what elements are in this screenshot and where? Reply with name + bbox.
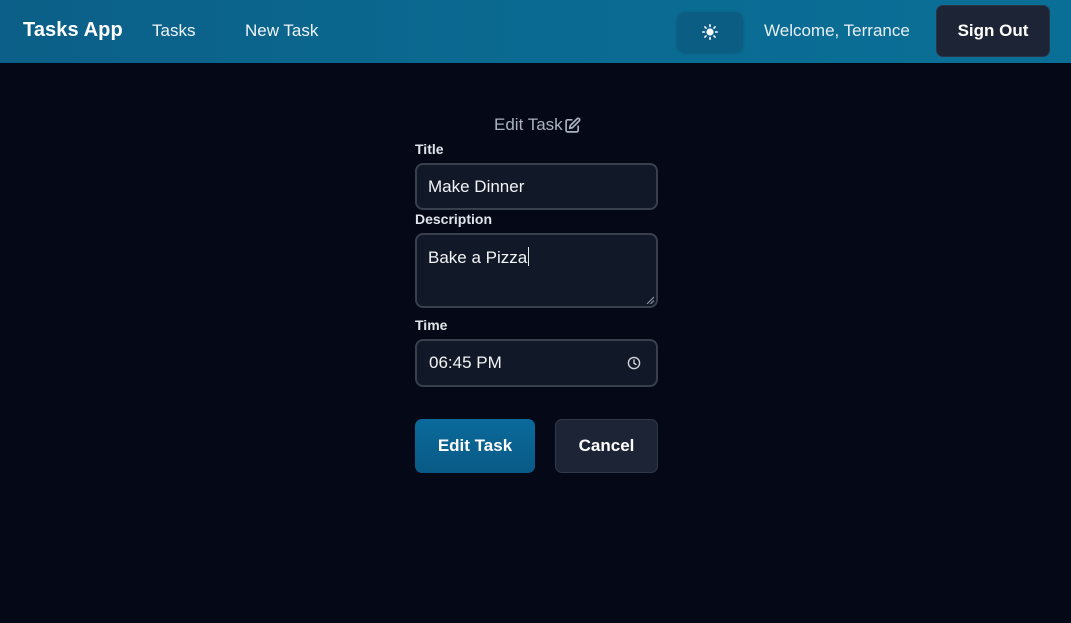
form-heading-text: Edit Task xyxy=(494,115,563,134)
cancel-button[interactable]: Cancel xyxy=(555,419,658,473)
nav-link-tasks[interactable]: Tasks xyxy=(152,21,195,41)
edit-task-button[interactable]: Edit Task xyxy=(415,419,535,473)
time-label: Time xyxy=(415,317,448,333)
welcome-text: Welcome, Terrance xyxy=(764,21,910,40)
time-input[interactable]: 06:45 PM xyxy=(415,339,658,387)
title-input[interactable]: Make Dinner xyxy=(415,163,658,210)
title-label: Title xyxy=(415,141,444,157)
brand-logo-text[interactable]: Tasks App xyxy=(23,19,123,42)
description-label: Description xyxy=(415,211,493,227)
description-text: Bake a Pizza xyxy=(428,248,528,267)
resize-handle-icon[interactable] xyxy=(646,296,654,304)
form-heading: Edit Task xyxy=(494,115,581,135)
sun-icon xyxy=(702,24,718,40)
theme-toggle-button[interactable] xyxy=(677,12,743,52)
top-navbar: Tasks App Tasks New Task Welcome, Terran… xyxy=(0,0,1071,63)
time-value: 06:45 PM xyxy=(429,353,502,372)
edit-icon xyxy=(564,117,581,133)
description-textarea[interactable]: Bake a Pizza xyxy=(415,233,658,308)
nav-link-new-task[interactable]: New Task xyxy=(245,21,318,41)
clock-icon[interactable] xyxy=(627,356,641,370)
text-caret xyxy=(528,247,530,266)
sign-out-button[interactable]: Sign Out xyxy=(936,5,1050,57)
